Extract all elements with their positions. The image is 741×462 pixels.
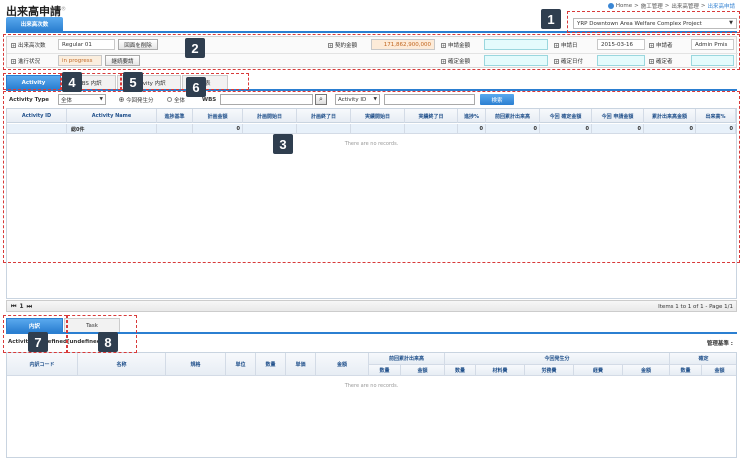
annotation-badge-8: 8 [98, 332, 118, 352]
home-icon[interactable] [607, 3, 614, 9]
breadcrumb-current: 出来高申請 [707, 4, 735, 10]
annotation-badge-2: 2 [185, 38, 205, 58]
pager: ⏮ 1 ⏭ Items 1 to 1 of 1 - Page 1/1 [6, 300, 737, 312]
column-header[interactable]: 数量 [256, 353, 286, 376]
column-header[interactable]: 金額 [702, 365, 736, 376]
column-header[interactable]: 数量 [670, 365, 702, 376]
page-number[interactable]: 1 [19, 303, 23, 310]
pager-nav: ⏮ 1 ⏭ [11, 302, 32, 311]
annotation-badge-1: 1 [541, 9, 561, 29]
detail-grid: 内訳コード 名称 規格 単位 数量 単価 金額 前回累計出来高 今回発生分 確定… [6, 352, 737, 458]
column-header[interactable]: 経費 [574, 365, 623, 376]
last-page-icon[interactable]: ⏭ [27, 303, 32, 311]
management-basis-label: 管理基準 : [706, 341, 733, 347]
annotation-badge-5: 5 [123, 72, 143, 92]
column-header[interactable]: 金額 [401, 365, 445, 376]
column-header[interactable]: 金額 [316, 353, 369, 376]
annotation-badge-7: 7 [28, 332, 48, 352]
tab-progress-count[interactable]: 出来高次数 [6, 17, 63, 31]
group-header-prev: 前回累計出来高 [369, 353, 445, 365]
annotation-box-3 [3, 91, 740, 263]
column-header[interactable]: 単位 [226, 353, 256, 376]
empty-message: There are no records. [344, 383, 399, 389]
breadcrumb-home[interactable]: Home [616, 3, 632, 9]
column-header[interactable]: 名称 [78, 353, 166, 376]
breadcrumb-sep: > [664, 3, 670, 9]
annotation-badge-3: 3 [273, 134, 293, 154]
breadcrumb-sep: > [700, 3, 706, 9]
annotation-badge-4: 4 [62, 72, 82, 92]
breadcrumb-progress[interactable]: 出来高管理 [671, 2, 699, 10]
annotation-box-1 [567, 11, 740, 33]
column-header[interactable]: 内訳コード [7, 353, 78, 376]
column-header[interactable]: 金額 [623, 365, 670, 376]
pager-info: Items 1 to 1 of 1 - Page 1/1 [658, 303, 733, 310]
column-header[interactable]: 材料費 [476, 365, 525, 376]
column-header[interactable]: 単価 [286, 353, 316, 376]
column-header[interactable]: 数量 [369, 365, 401, 376]
group-header-fixed: 確定 [670, 353, 736, 365]
column-header[interactable]: 数量 [445, 365, 476, 376]
breadcrumb: Home > 施工管理 > 出来高管理 > 出来高申請 [607, 2, 735, 10]
annotation-box-2 [3, 34, 740, 70]
annotation-box-4 [3, 73, 61, 90]
group-header-current: 今回発生分 [445, 353, 670, 365]
breadcrumb-construction[interactable]: 施工管理 [641, 2, 663, 10]
column-header[interactable]: 規格 [166, 353, 226, 376]
breadcrumb-sep: > [634, 3, 639, 9]
first-page-icon[interactable]: ⏮ [11, 303, 16, 311]
annotation-badge-6: 6 [186, 77, 206, 97]
column-header[interactable]: 労務費 [525, 365, 574, 376]
